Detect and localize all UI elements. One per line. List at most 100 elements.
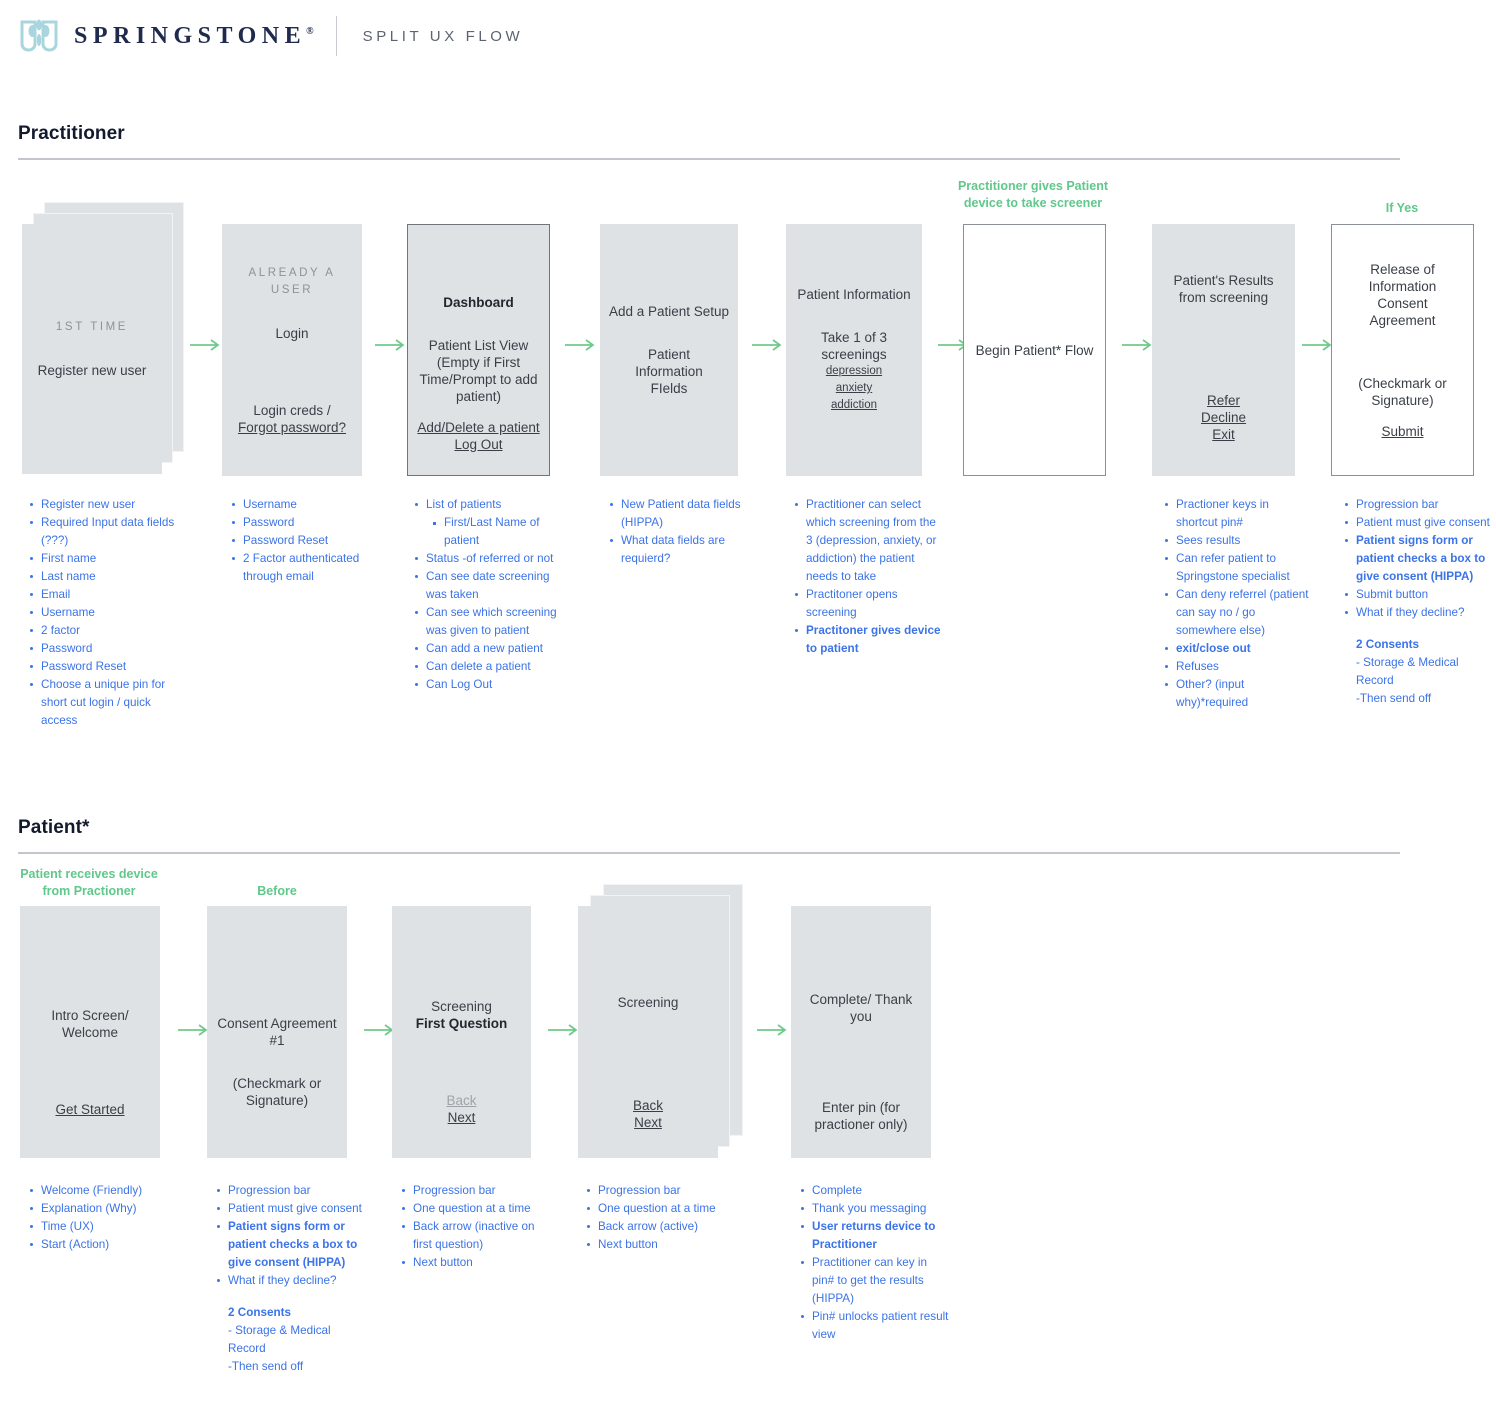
card-title: Add a Patient Setup xyxy=(608,304,730,319)
patient-flow-arrow-4 xyxy=(757,1023,791,1042)
card-title: Consent Agreement #1 xyxy=(217,1016,337,1048)
bullet-list-consent-agreement: Progression bar Patient must give consent… xyxy=(215,1182,370,1376)
bullet-item: Password Reset xyxy=(230,532,380,550)
bullet-item: What if they decline? xyxy=(215,1272,370,1290)
bullet-item: Status -of referred or not xyxy=(413,550,573,568)
log-out-link[interactable]: Log Out xyxy=(454,436,502,453)
flow-card-complete[interactable]: Complete/ Thank you Enter pin (for pract… xyxy=(791,906,931,1158)
card-title: Dashboard xyxy=(443,294,514,310)
bullet-item: Can add a new patient xyxy=(413,640,573,658)
bullet-list-add-patient: New Patient data fields (HIPPA) What data… xyxy=(608,496,758,568)
flow-arrow-1 xyxy=(190,338,224,357)
back-link[interactable]: Back xyxy=(446,1092,476,1109)
bullet-item: First name xyxy=(28,550,176,568)
flow-card-begin-patient-flow[interactable]: Begin Patient* Flow xyxy=(963,224,1106,476)
bullet-item: Explanation (Why) xyxy=(28,1200,178,1218)
brand-name: SPRINGSTONE® xyxy=(74,22,314,49)
note-gives-device: Practitioner gives Patient device to tak… xyxy=(957,179,1109,210)
app-header: SPRINGSTONE® SPLIT UX FLOW xyxy=(18,14,523,58)
card-eyebrow: ALREADY A USER xyxy=(248,266,336,296)
bullet-item: Next button xyxy=(400,1254,550,1272)
flow-card-screening[interactable]: Screening Back Next xyxy=(578,884,746,1158)
bullet-item: One question at a time xyxy=(400,1200,550,1218)
flow-card-add-patient[interactable]: Add a Patient Setup Patient Information … xyxy=(600,224,738,476)
bullet-item: What if they decline? xyxy=(1343,604,1493,622)
bullet-item: Sees results xyxy=(1163,532,1313,550)
page-subtitle: SPLIT UX FLOW xyxy=(362,27,524,45)
get-started-link[interactable]: Get Started xyxy=(55,1101,124,1118)
section-title-practitioner: Practitioner xyxy=(18,123,125,144)
next-link[interactable]: Next xyxy=(634,1114,662,1131)
exit-link[interactable]: Exit xyxy=(1212,426,1235,443)
patient-flow-arrow-3 xyxy=(548,1023,582,1042)
bullet-item: Progression bar xyxy=(215,1182,370,1200)
back-link[interactable]: Back xyxy=(633,1097,663,1114)
bullet-list-patient-results: Practioner keys in shortcut pin# Sees res… xyxy=(1163,496,1313,712)
bullet-list-complete: Complete Thank you messaging User returns … xyxy=(799,1182,949,1344)
card-title: Begin Patient* Flow xyxy=(975,342,1094,358)
card-body: Enter pin (for practioner only) xyxy=(814,1100,908,1132)
card-body: (Checkmark or Signature) xyxy=(232,1076,322,1108)
bullet-item: List of patients xyxy=(413,496,573,514)
bullet-item: Practitoner gives device to patient xyxy=(793,622,941,658)
bullet-list-release-of-information: Progression bar Patient must give consent… xyxy=(1343,496,1493,708)
submit-link[interactable]: Submit xyxy=(1381,423,1423,440)
decline-link[interactable]: Decline xyxy=(1201,409,1246,426)
bullet-item: Welcome (Friendly) xyxy=(28,1182,178,1200)
flow-arrow-2 xyxy=(375,338,409,357)
bullet-item: exit/close out xyxy=(1163,640,1313,658)
refer-link[interactable]: Refer xyxy=(1207,392,1240,409)
bullet-item: Username xyxy=(230,496,380,514)
add-delete-patient-link[interactable]: Add/Delete a patient xyxy=(417,419,539,436)
card-title: Complete/ Thank you xyxy=(809,992,913,1024)
bullet-note: - Storage & Medical Record xyxy=(228,1324,331,1355)
flow-card-login[interactable]: ALREADY A USER Login Login creds / Forgo… xyxy=(222,224,362,476)
card-body: Patient List View (Empty if First Time/P… xyxy=(419,337,538,404)
flow-card-register[interactable]: 1ST TIME Register new user xyxy=(22,202,184,480)
flow-card-patient-information[interactable]: Patient Information Take 1 of 3 screenin… xyxy=(786,224,922,476)
card-title: Patient Information xyxy=(797,287,911,302)
flow-card-consent-agreement[interactable]: Consent Agreement #1 (Checkmark or Signa… xyxy=(207,906,347,1158)
bullet-item: Submit button xyxy=(1343,586,1493,604)
card-title: Screening xyxy=(431,999,492,1014)
flow-card-dashboard[interactable]: Dashboard Patient List View (Empty if Fi… xyxy=(407,224,550,476)
bullet-item: Password xyxy=(230,514,380,532)
bullet-item: Other? (input why)*required xyxy=(1163,676,1313,712)
flow-card-release-of-information[interactable]: Release of Information Consent Agreement… xyxy=(1331,224,1474,476)
bullet-item: Can deny referrel (patient can say no / … xyxy=(1163,586,1313,640)
bullet-item: Back arrow (active) xyxy=(585,1218,740,1236)
bullet-item: Patient must give consent xyxy=(1343,514,1493,532)
card-body: (Checkmark or Signature) xyxy=(1358,375,1447,408)
flow-card-patient-results[interactable]: Patient's Results from screening Refer D… xyxy=(1152,224,1295,476)
bullet-item: First/Last Name of patient xyxy=(413,514,573,550)
flow-arrow-3 xyxy=(565,338,599,357)
flow-arrow-6 xyxy=(1122,338,1156,357)
bullet-group-heading: 2 Consents xyxy=(228,1306,291,1319)
bullet-item: Can Log Out xyxy=(413,676,573,694)
bullet-item: Complete xyxy=(799,1182,949,1200)
card-title: Register new user xyxy=(37,363,147,378)
bullet-item: Progression bar xyxy=(1343,496,1493,514)
card-title: Release of Information Consent Agreement xyxy=(1368,261,1437,328)
bullet-item: Required Input data fields (???) xyxy=(28,514,176,550)
forgot-password-link[interactable]: Forgot password? xyxy=(238,419,346,436)
section-rule-practitioner xyxy=(18,158,1400,160)
bullet-item: New Patient data fields (HIPPA) xyxy=(608,496,758,532)
bullet-item: What data fields are requierd? xyxy=(608,532,758,568)
bullet-item: Password xyxy=(28,640,176,658)
next-link[interactable]: Next xyxy=(448,1109,476,1126)
card-title: Intro Screen/ Welcome xyxy=(51,1007,129,1040)
bullet-item: User returns device to Practitioner xyxy=(799,1218,949,1254)
bullet-note: - Storage & Medical Record xyxy=(1356,656,1459,687)
flow-card-screening-first[interactable]: Screening First Question Back Next xyxy=(392,906,531,1158)
screening-link-depression[interactable]: depression xyxy=(826,363,882,380)
card-body: Patient Information FIelds xyxy=(635,347,703,396)
bullet-item: One question at a time xyxy=(585,1200,740,1218)
springstone-butterfly-logo-icon xyxy=(18,16,60,56)
bullet-item: Password Reset xyxy=(28,658,176,676)
flow-card-intro-screen[interactable]: Intro Screen/ Welcome Get Started xyxy=(20,906,160,1158)
screening-link-anxiety[interactable]: anxiety xyxy=(836,380,872,397)
bullet-item: Register new user xyxy=(28,496,176,514)
screening-link-addiction[interactable]: addiction xyxy=(831,397,877,414)
bullet-list-intro-screen: Welcome (Friendly) Explanation (Why) Time … xyxy=(28,1182,178,1254)
